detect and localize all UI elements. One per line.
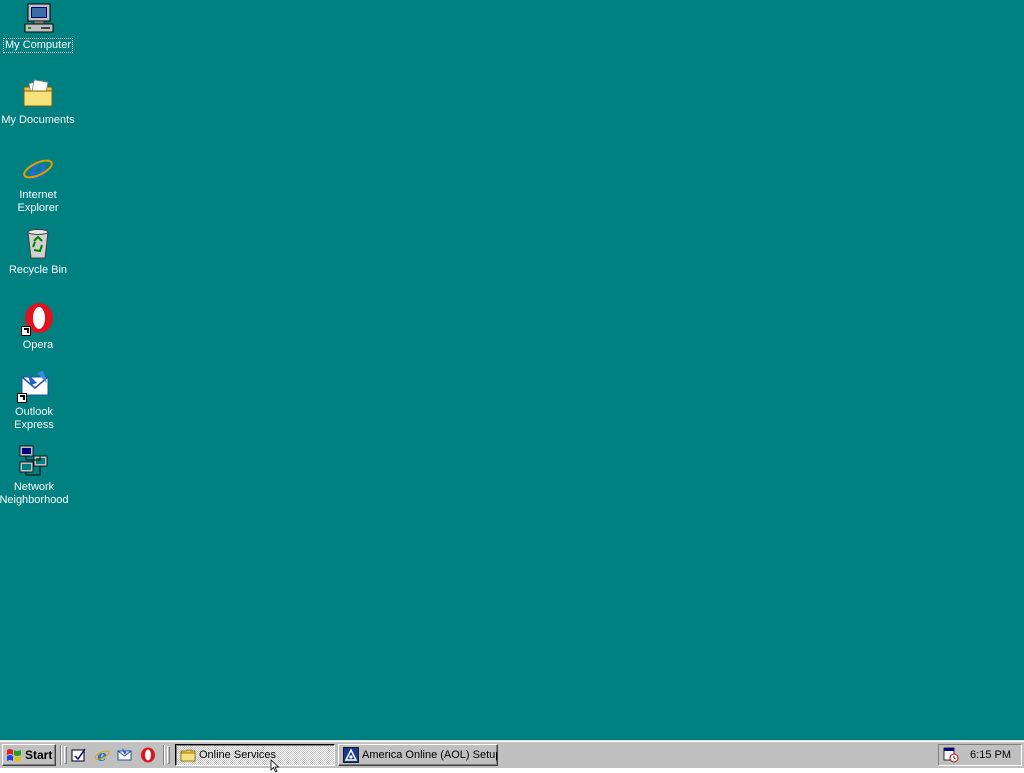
- task-label: Online Services: [199, 749, 277, 761]
- outlook-express-icon[interactable]: [117, 747, 133, 763]
- show-desktop-icon[interactable]: [71, 747, 87, 763]
- internet-explorer-icon[interactable]: e: [94, 747, 110, 765]
- opera-icon: [21, 302, 55, 336]
- shortcut-arrow-icon: [21, 326, 31, 336]
- svg-text:e: e: [97, 747, 107, 763]
- desktop-icon-my-documents[interactable]: My Documents: [0, 77, 76, 127]
- internet-explorer-icon: e: [21, 152, 55, 186]
- windows-logo-icon: [7, 749, 21, 762]
- icon-label: Opera: [22, 339, 54, 351]
- opera-icon[interactable]: [140, 747, 156, 763]
- clock[interactable]: 6:15 PM: [970, 749, 1011, 761]
- folder-documents-icon: [21, 77, 55, 111]
- icon-label: Network Neighborhood: [0, 481, 69, 506]
- folder-icon: [180, 749, 196, 762]
- taskbar-divider: [60, 745, 62, 765]
- desktop-icon-recycle-bin[interactable]: Recycle Bin: [0, 227, 76, 277]
- icon-label: Recycle Bin: [8, 264, 68, 276]
- task-button-aol-setup[interactable]: America Online (AOL) Setup: [338, 744, 498, 766]
- desktop[interactable]: My Computer My Documents e Internet Expl…: [0, 0, 1024, 740]
- task-area-grip[interactable]: [167, 746, 170, 764]
- mouse-cursor-icon: [270, 759, 280, 773]
- outlook-express-icon: [17, 369, 51, 403]
- start-button[interactable]: Start: [2, 744, 56, 766]
- quick-launch-grip[interactable]: [64, 746, 67, 764]
- recycle-bin-icon: [21, 227, 55, 261]
- desktop-icon-network-neighborhood[interactable]: Network Neighborhood: [0, 444, 72, 507]
- system-tray: 6:15 PM: [938, 744, 1022, 766]
- aol-setup-icon: [343, 747, 359, 763]
- icon-label: Outlook Express: [14, 406, 54, 431]
- icon-label: My Documents: [1, 114, 75, 126]
- desktop-icon-internet-explorer[interactable]: e Internet Explorer: [0, 152, 76, 215]
- taskbar-divider: [163, 745, 165, 765]
- taskbar: Start e Online Services America Online (…: [0, 740, 1024, 768]
- shortcut-arrow-icon: [17, 393, 27, 403]
- desktop-icon-opera[interactable]: Opera: [0, 302, 76, 352]
- icon-label: My Computer: [2, 38, 74, 53]
- task-label: America Online (AOL) Setup: [362, 749, 498, 761]
- desktop-icon-my-computer[interactable]: My Computer: [0, 2, 76, 53]
- icon-label: Internet Explorer: [17, 189, 59, 214]
- my-computer-icon: [21, 2, 55, 36]
- network-neighborhood-icon: [17, 444, 51, 478]
- start-label: Start: [25, 748, 53, 762]
- task-button-online-services[interactable]: Online Services: [175, 744, 335, 766]
- scheduler-icon[interactable]: [943, 747, 959, 763]
- desktop-icon-outlook-express[interactable]: Outlook Express: [0, 369, 72, 432]
- svg-text:e: e: [29, 153, 47, 186]
